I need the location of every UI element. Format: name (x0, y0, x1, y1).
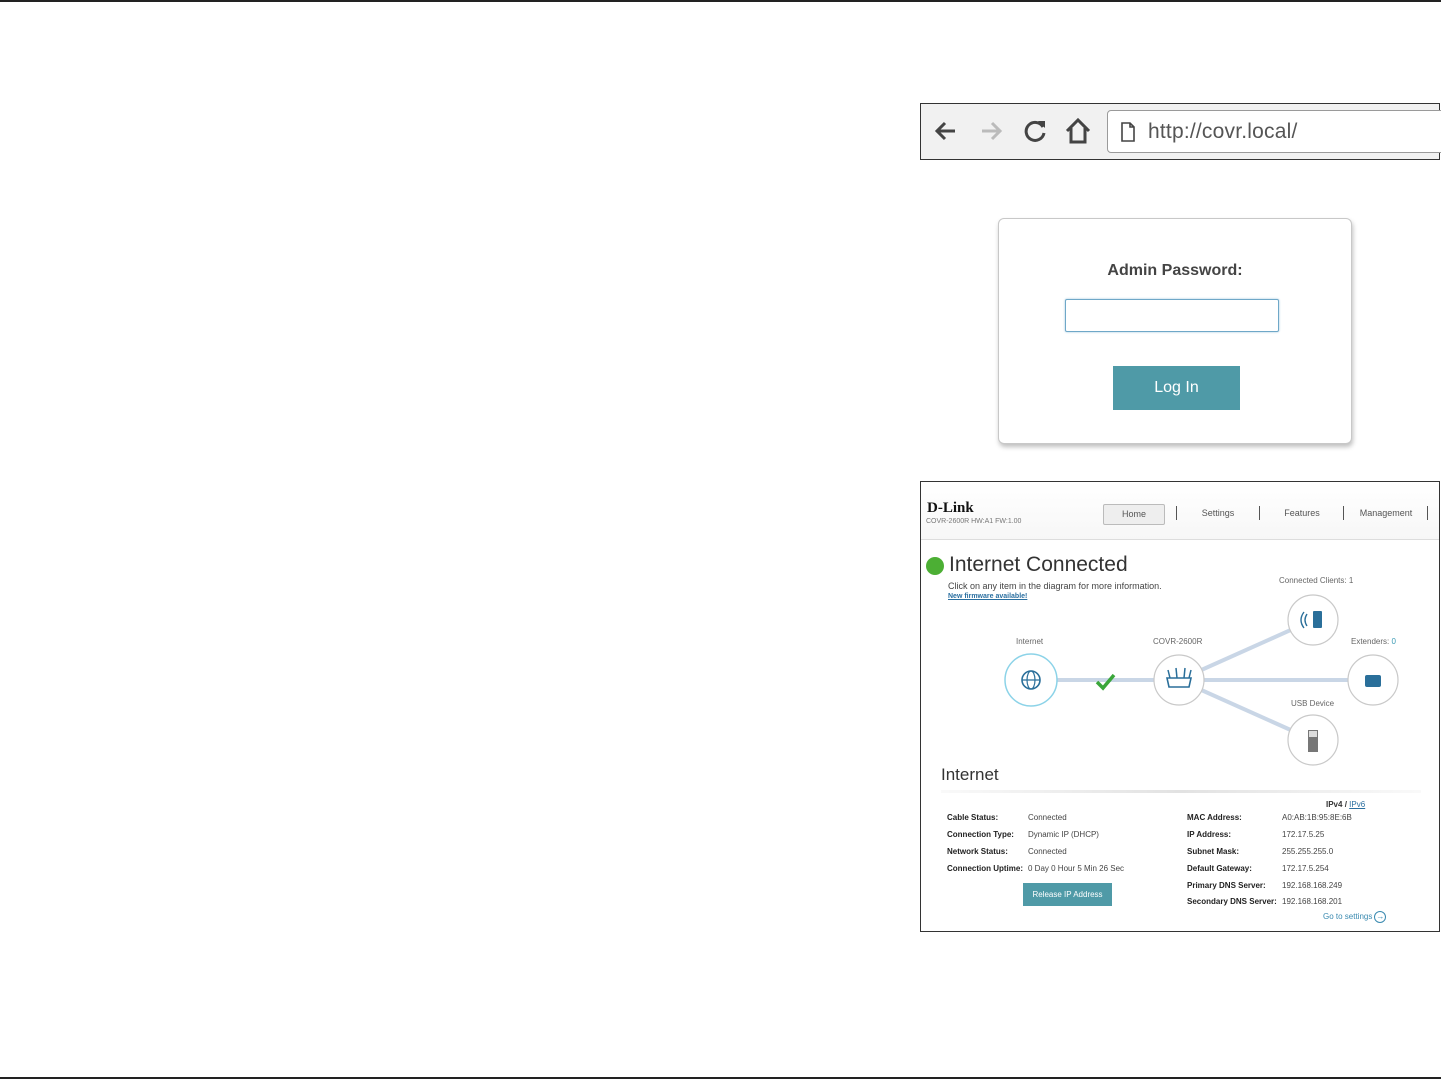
login-button[interactable]: Log In (1113, 366, 1240, 410)
admin-password-input[interactable] (1065, 299, 1279, 332)
info-row: Subnet Mask: 255.255.255.0 (1187, 847, 1334, 856)
info-row: MAC Address: A0:AB:1B:95:8E:6B (1187, 813, 1352, 822)
bottom-rule (0, 1077, 1441, 1079)
info-row: Connection Uptime: 0 Day 0 Hour 5 Min 26 … (947, 864, 1125, 873)
admin-password-label: Admin Password: (1107, 262, 1243, 279)
extenders-node[interactable] (1347, 654, 1399, 706)
ip-version-separator: / (1344, 800, 1347, 809)
internet-node-label: Internet (1016, 637, 1044, 646)
ip-version-switch: IPv4 / IPv6 (1326, 800, 1365, 809)
go-to-settings-link[interactable]: Go to settings → (1323, 911, 1387, 923)
extender-icon (1365, 675, 1381, 687)
ipv4-label: IPv4 (1326, 800, 1343, 809)
usb-node-label: USB Device (1291, 699, 1335, 708)
home-icon[interactable] (1063, 116, 1093, 146)
info-row: Primary DNS Server: 192.168.168.249 (1187, 881, 1343, 890)
info-row: Secondary DNS Server: 192.168.168.201 (1187, 897, 1343, 906)
router-node[interactable] (1153, 654, 1205, 706)
release-ip-button[interactable]: Release IP Address (1023, 883, 1112, 906)
info-row: Cable Status: Connected (947, 813, 1067, 822)
address-bar[interactable]: http://covr.local/ (1107, 110, 1441, 153)
info-row: Connection Type: Dynamic IP (DHCP) (947, 830, 1099, 839)
login-dialog: Admin Password: Log In (998, 218, 1352, 444)
info-row: IP Address: 172.17.5.25 (1187, 830, 1325, 839)
usb-node[interactable] (1287, 714, 1339, 766)
network-diagram (1004, 594, 1399, 766)
extenders-node-label: Extenders: 0 (1351, 637, 1396, 646)
arrow-right-circle-icon: → (1374, 911, 1387, 923)
info-row: Network Status: Connected (947, 847, 1067, 856)
url-text: http://covr.local/ (1148, 120, 1298, 143)
browser-toolbar: http://covr.local/ (920, 103, 1441, 160)
clients-node[interactable] (1287, 594, 1339, 646)
forward-arrow-icon[interactable] (976, 116, 1006, 146)
router-home-page: D-Link COVR-2600R HW:A1 FW:1.00 Home Set… (920, 481, 1440, 932)
page-icon (1121, 122, 1135, 142)
router-node-label: COVR-2600R (1153, 637, 1203, 646)
section-divider (941, 790, 1421, 793)
clients-node-label: Connected Clients: 1 (1279, 576, 1354, 585)
phone-icon (1313, 611, 1322, 628)
top-rule (0, 0, 1441, 2)
go-to-settings-label: Go to settings (1323, 912, 1373, 922)
ipv6-link[interactable]: IPv6 (1349, 800, 1365, 809)
reload-icon[interactable] (1020, 116, 1050, 146)
back-arrow-icon[interactable] (931, 116, 961, 146)
section-title: Internet (941, 765, 999, 784)
internet-node[interactable] (1004, 653, 1058, 707)
info-row: Default Gateway: 172.17.5.254 (1187, 864, 1329, 873)
